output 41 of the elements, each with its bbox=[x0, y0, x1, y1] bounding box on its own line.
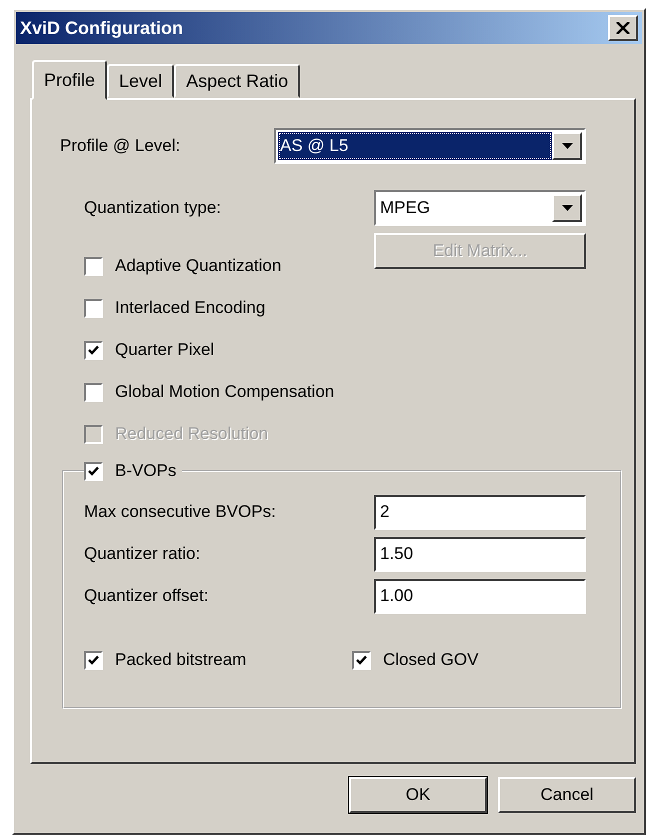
checkbox-label: Closed GOV bbox=[383, 650, 478, 670]
dropdown-arrow-icon bbox=[562, 143, 572, 149]
input-field[interactable]: 2 bbox=[374, 494, 586, 530]
tab[interactable]: Aspect Ratio bbox=[174, 64, 300, 98]
checkbox[interactable] bbox=[84, 462, 103, 480]
tab[interactable]: Level bbox=[107, 64, 174, 98]
profile-level-dropdown[interactable]: AS @ L5 bbox=[274, 128, 586, 164]
field-label: Quantization type: bbox=[84, 198, 222, 218]
dropdown-button[interactable] bbox=[552, 132, 582, 160]
close-button[interactable] bbox=[608, 15, 638, 41]
dropdown-value: AS @ L5 bbox=[278, 132, 552, 160]
dialog-button[interactable]: Cancel bbox=[498, 777, 636, 813]
checkbox[interactable] bbox=[84, 256, 103, 276]
checkbox-label: Adaptive Quantization bbox=[115, 256, 282, 276]
checkbox[interactable] bbox=[84, 298, 103, 318]
checkbox-label: B-VOPs bbox=[115, 461, 176, 481]
window-title: XviD Configuration bbox=[20, 18, 183, 38]
checkmark-icon bbox=[88, 466, 99, 476]
input-field[interactable]: 1.50 bbox=[374, 536, 586, 572]
checkmark-icon bbox=[356, 654, 367, 666]
field-label: Quantizer ratio: bbox=[84, 544, 202, 564]
tab[interactable]: Profile bbox=[32, 60, 108, 100]
checkbox-label: Packed bitstream bbox=[115, 650, 246, 670]
dropdown-button[interactable] bbox=[552, 194, 582, 222]
dialog-button[interactable]: OK bbox=[349, 777, 487, 813]
field-label: Quantizer offset: bbox=[84, 586, 210, 606]
checkbox[interactable] bbox=[84, 340, 103, 360]
close-icon bbox=[616, 22, 630, 34]
checkmark-icon bbox=[88, 344, 99, 356]
checkbox[interactable] bbox=[84, 382, 103, 402]
field-label: Max consecutive BVOPs: bbox=[84, 502, 277, 522]
dropdown-arrow-icon bbox=[562, 205, 572, 211]
checkbox-label: Global Motion Compensation bbox=[115, 382, 334, 402]
checkmark-icon bbox=[88, 654, 99, 666]
checkbox-label: Quarter Pixel bbox=[115, 340, 214, 360]
input-field[interactable]: 1.00 bbox=[374, 578, 586, 614]
checkbox-label: Interlaced Encoding bbox=[115, 298, 266, 318]
checkbox[interactable] bbox=[84, 650, 103, 670]
checkbox[interactable] bbox=[352, 650, 371, 670]
field-label: Profile @ Level: bbox=[60, 136, 182, 156]
quantization-dropdown[interactable]: MPEG bbox=[374, 190, 586, 226]
